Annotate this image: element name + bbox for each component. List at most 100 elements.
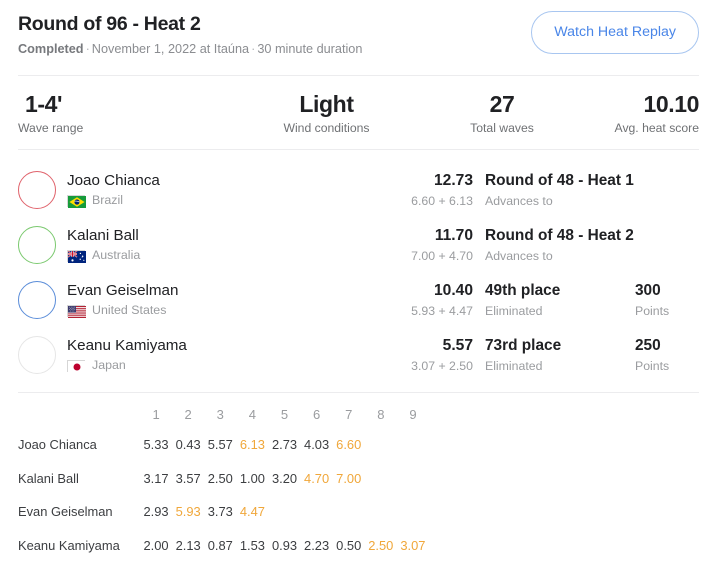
wave-column-header: 2: [184, 407, 192, 422]
athlete-points-column: 250 Points: [635, 336, 699, 374]
stat-label: Wave range: [18, 121, 84, 135]
athlete-score-breakdown: 3.07 + 2.50: [411, 358, 473, 373]
athlete-total-score: 12.73: [433, 171, 473, 189]
wave-score-cell: 5.57: [207, 437, 233, 453]
wave-score-cell-counted: 7.00: [336, 470, 362, 486]
wave-score-cell-counted: 4.70: [304, 470, 330, 486]
athlete-score-breakdown: 6.60 + 6.13: [411, 193, 473, 208]
wave-score-cell: [397, 428, 429, 462]
athlete-score-column: 12.73 6.60 + 6.13: [355, 171, 473, 209]
wave-table-corner: [18, 401, 140, 428]
athlete-result: Round of 48 - Heat 2: [485, 226, 634, 244]
athlete-country-name: United States: [92, 303, 167, 317]
athlete-score-column: 10.40 5.93 + 4.47: [355, 281, 473, 319]
watch-heat-replay-button[interactable]: Watch Heat Replay: [531, 11, 699, 54]
heat-header: Round of 96 - Heat 2 Completed · November …: [0, 0, 717, 58]
athlete-identity: Kalani Ball Australia: [67, 226, 247, 263]
wave-score-cell: 2.93: [143, 504, 169, 520]
athlete-row[interactable]: Evan Geiselman United States 10.40 5.93 …: [18, 272, 699, 327]
athlete-score-column: 11.70 7.00 + 4.70: [355, 226, 473, 264]
wave-table-filler: [429, 401, 699, 428]
wave-column-header: 5: [280, 407, 289, 422]
heat-stats-bar: 1-4' Wave range Light Wind conditions 27…: [0, 76, 717, 149]
wave-table-body: Joao Chianca 5.33 0.43 5.57 6.13 2.73 4.…: [18, 428, 699, 562]
wave-column-header: 1: [152, 407, 160, 422]
wave-row-athlete-name: Evan Geiselman: [18, 504, 113, 520]
wave-score-cell: 3.17: [143, 470, 169, 486]
athlete-country: Japan: [67, 358, 247, 373]
athlete-result-column: 49th place Eliminated: [485, 281, 635, 319]
athlete-row[interactable]: Keanu Kamiyama Japan 5.57 3.07 + 2.50 73…: [18, 327, 699, 382]
athlete-name: Evan Geiselman: [67, 282, 179, 299]
usa-flag-icon: [67, 304, 86, 318]
athlete-identity: Joao Chianca Brazil: [67, 171, 247, 208]
athlete-name: Keanu Kamiyama: [67, 337, 187, 354]
avatar-ring: [18, 335, 56, 374]
wave-score-cell-counted: 6.13: [239, 437, 265, 453]
wave-row-athlete-name: Joao Chianca: [18, 437, 97, 453]
athlete-country: Brazil: [67, 193, 247, 208]
wave-score-cell: 3.20: [271, 470, 298, 486]
athlete-total-score: 11.70: [434, 226, 473, 244]
avatar-ring: [18, 170, 56, 209]
wave-score-cell: 3.57: [175, 470, 201, 486]
avatar: [18, 170, 56, 209]
wave-score-cell: [365, 495, 397, 529]
athlete-row[interactable]: Joao Chianca Brazil 12.73 6.60 + 6.13 Ro…: [18, 162, 699, 217]
avatar-ring: [18, 225, 56, 264]
stat-value: Light: [299, 91, 354, 117]
athlete-points-column: [635, 188, 699, 192]
stat-label: Avg. heat score: [614, 121, 699, 135]
stat-value: 27: [489, 91, 515, 117]
athlete-country: United States: [67, 303, 247, 318]
athlete-score-breakdown: 5.93 + 4.47: [411, 303, 473, 318]
table-row: Kalani Ball 3.17 3.57 2.50 1.00 3.20 4.7…: [18, 462, 699, 496]
wave-score-cell: 0.43: [175, 437, 201, 453]
athlete-identity: Evan Geiselman United States: [67, 281, 247, 318]
wave-score-cell: [397, 495, 429, 529]
wave-score-cell-counted: 3.07: [400, 537, 426, 553]
wave-column-header: 7: [345, 407, 353, 422]
table-row: Joao Chianca 5.33 0.43 5.57 6.13 2.73 4.…: [18, 428, 699, 462]
athlete-score-column: 5.57 3.07 + 2.50: [355, 336, 473, 374]
athlete-score-breakdown: 7.00 + 4.70: [411, 248, 473, 263]
wave-score-cell: [268, 495, 300, 529]
wave-score-cell: 1.00: [239, 470, 265, 486]
wave-score-cell: [301, 495, 333, 529]
wave-table-header-row: 1 2 3 4 5 6 7 8 9: [18, 401, 699, 428]
heat-meta: Completed · November 1, 2022 at Itaúna · 30 …: [18, 41, 362, 58]
wave-score-cell: 2.00: [143, 537, 169, 553]
athlete-result-status: Advances to: [485, 193, 553, 208]
stat-value: 1-4': [25, 91, 63, 117]
athlete-name: Kalani Ball: [67, 227, 139, 244]
wave-score-cell: 2.73: [271, 437, 298, 453]
athlete-country-name: Brazil: [92, 193, 123, 207]
wave-score-cell: 4.03: [304, 437, 330, 453]
athlete-points: 250: [635, 336, 661, 354]
wave-score-cell-counted: 6.60: [336, 437, 362, 453]
avatar: [18, 335, 56, 374]
heat-header-text: Round of 96 - Heat 2 Completed · November …: [18, 11, 362, 58]
wave-score-cell: 0.93: [271, 537, 298, 553]
heat-detail-page: Round of 96 - Heat 2 Completed · November …: [0, 0, 717, 571]
heat-duration: 30 minute duration: [257, 42, 363, 56]
wave-scores-table: 1 2 3 4 5 6 7 8 9 Joao Chianca 5.33 0.43: [18, 401, 699, 562]
wave-score-cell: 2.23: [304, 537, 330, 553]
stat-label: Wind conditions: [283, 121, 370, 135]
wave-score-cell: 0.50: [336, 537, 362, 553]
table-row: Evan Geiselman 2.93 5.93 3.73 4.47: [18, 495, 699, 529]
athlete-country: Australia: [67, 248, 247, 263]
wave-score-cell: [365, 462, 397, 496]
athlete-points-column: 300 Points: [635, 281, 699, 319]
table-row: Keanu Kamiyama 2.00 2.13 0.87 1.53 0.93 …: [18, 529, 699, 563]
athlete-country-name: Japan: [92, 358, 126, 372]
japan-flag-icon: [67, 359, 86, 373]
heat-date-location: November 1, 2022 at Itaúna: [91, 42, 250, 56]
athlete-total-score: 10.40: [433, 281, 473, 299]
athlete-result-status: Advances to: [485, 248, 553, 263]
wave-column-header: 6: [312, 407, 321, 422]
athlete-row[interactable]: Kalani Ball Australia 11.70 7.00 + 4.70 …: [18, 217, 699, 272]
wave-column-header: 9: [409, 407, 417, 422]
wave-score-cell: 5.33: [143, 437, 169, 453]
athlete-points: 300: [635, 281, 661, 299]
